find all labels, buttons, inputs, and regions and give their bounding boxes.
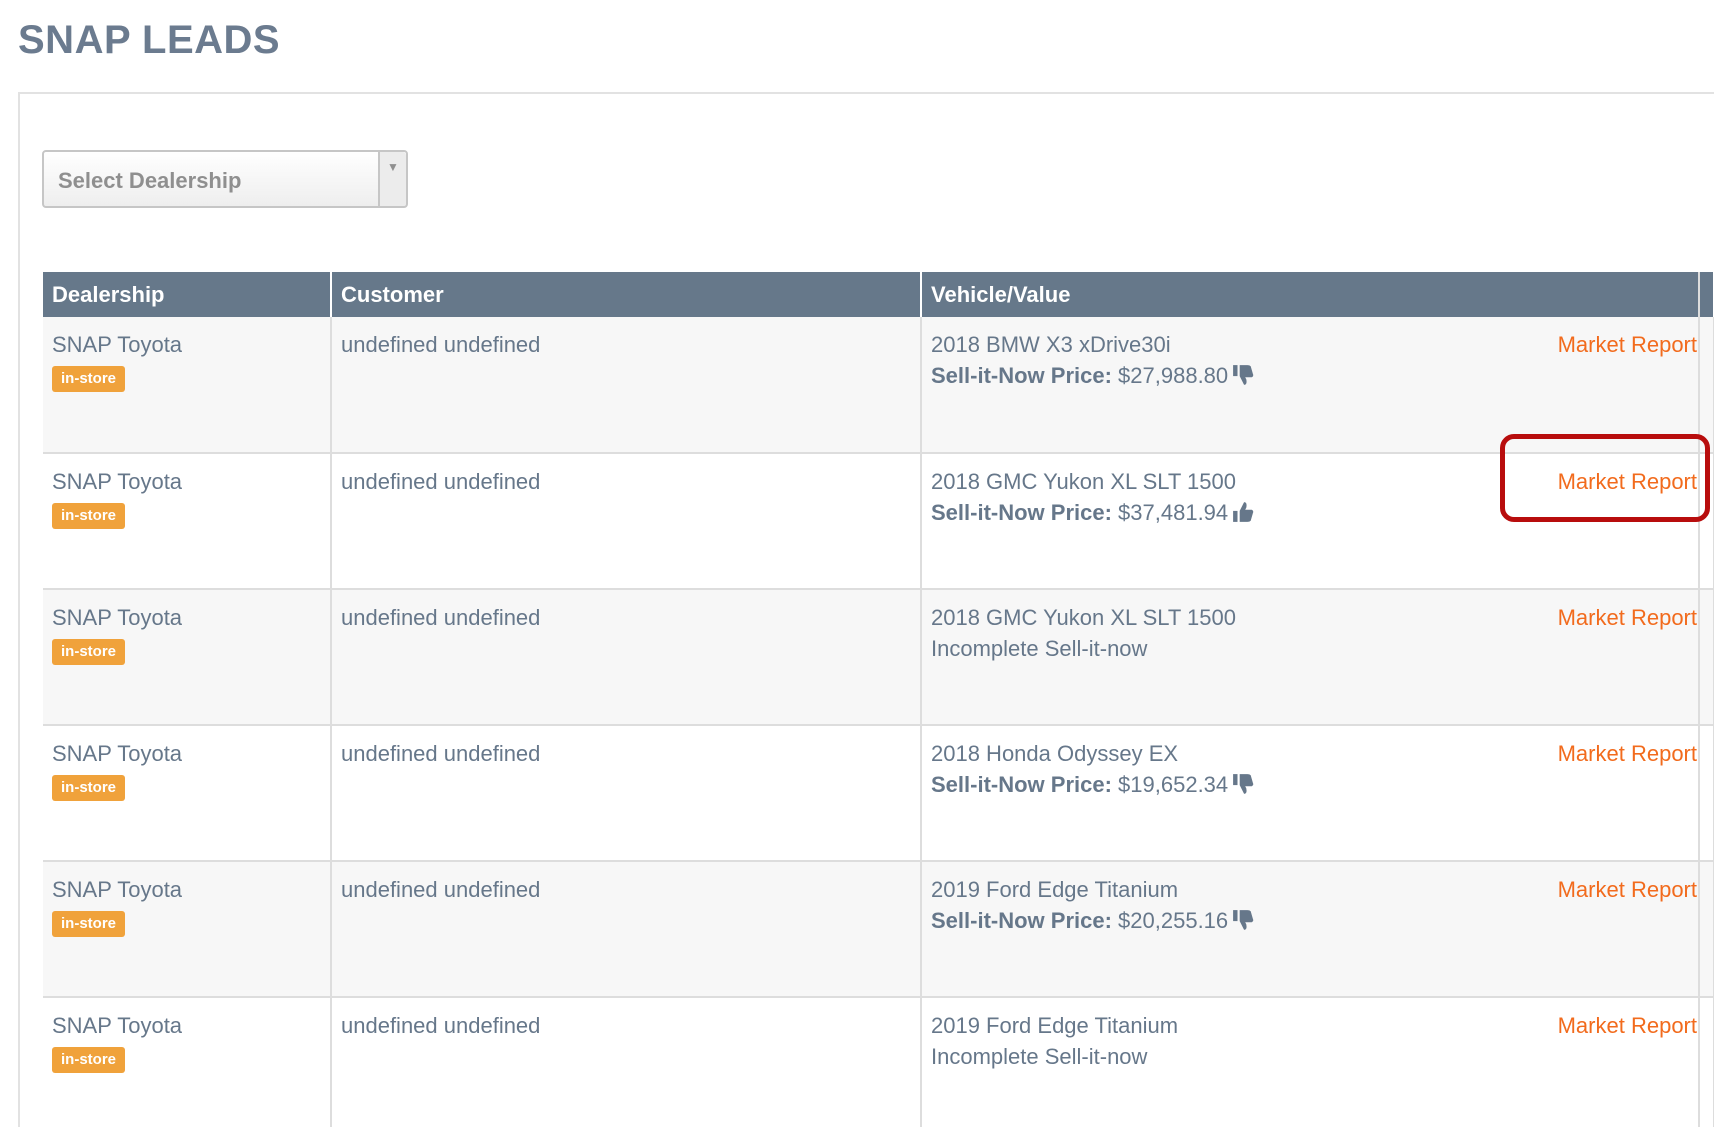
price-value: $37,481.94 (1118, 500, 1229, 525)
highlight-annotation (1500, 434, 1710, 522)
status-badge: in-store (52, 911, 126, 937)
market-report-link[interactable]: Market Report (1558, 329, 1697, 360)
customer-name: undefined undefined (341, 605, 541, 630)
price-value: $27,988.80 (1118, 363, 1229, 388)
market-report-link[interactable]: Market Report (1558, 1010, 1697, 1041)
market-report-link[interactable]: Market Report (1558, 874, 1697, 905)
dealership-cell: SNAP Toyota in-store (43, 317, 332, 454)
dealership-select-value: Select Dealership (58, 168, 242, 193)
customer-cell: undefined undefined (331, 861, 922, 998)
customer-cell: undefined undefined (331, 589, 922, 726)
price-label: Sell-it-Now Price: (931, 772, 1112, 797)
price-value: $19,652.34 (1118, 772, 1229, 797)
customer-name: undefined undefined (341, 332, 541, 357)
dealership-name: SNAP Toyota (52, 741, 183, 766)
customer-name: undefined undefined (341, 1013, 541, 1038)
dealership-name: SNAP Toyota (52, 877, 183, 902)
page-title: SNAP LEADS (18, 18, 281, 62)
vehicle-cell: 2018 Honda Odyssey EX Sell-it-Now Price: … (921, 725, 1714, 862)
dealership-name: SNAP Toyota (52, 469, 183, 494)
vehicle-cell: 2019 Ford Edge Titanium Sell-it-Now Price… (921, 861, 1714, 998)
price-label: Sell-it-Now Price: (931, 500, 1112, 525)
market-report-link[interactable]: Market Report (1558, 602, 1697, 633)
customer-cell: undefined undefined (331, 997, 922, 1127)
vehicle-cell: 2018 BMW X3 xDrive30i Sell-it-Now Price: … (921, 317, 1714, 454)
status-badge: in-store (52, 775, 126, 801)
customer-cell: undefined undefined (331, 453, 922, 590)
dealership-cell: SNAP Toyota in-store (43, 725, 332, 862)
column-header-customer[interactable]: Customer (331, 272, 922, 317)
price-value: $20,255.16 (1118, 908, 1229, 933)
dealership-cell: SNAP Toyota in-store (43, 997, 332, 1127)
customer-name: undefined undefined (341, 469, 541, 494)
vehicle-cell: 2018 GMC Yukon XL SLT 1500 Incomplete Sel… (921, 589, 1714, 726)
chevron-down-icon: ▼ (387, 160, 399, 174)
column-header-vehicle-value[interactable]: Vehicle/Value (921, 272, 1714, 317)
table-row[interactable]: SNAP Toyota in-store undefined undefined 20… (43, 997, 1714, 1127)
table-row[interactable]: SNAP Toyota in-store undefined undefined 20… (43, 725, 1714, 862)
thumbs-down-icon (1232, 363, 1254, 385)
table-row[interactable]: SNAP Toyota in-store undefined undefined 20… (43, 589, 1714, 726)
thumbs-down-icon (1232, 772, 1254, 794)
status-badge: in-store (52, 366, 126, 392)
leads-table: Dealership Customer Vehicle/Value SNAP T… (43, 272, 1714, 1127)
customer-cell: undefined undefined (331, 317, 922, 454)
price-label: Sell-it-Now Price: (931, 363, 1112, 388)
select-arrow[interactable]: ▼ (378, 152, 406, 206)
customer-name: undefined undefined (341, 741, 541, 766)
dealership-cell: SNAP Toyota in-store (43, 453, 332, 590)
thumbs-up-icon (1232, 500, 1254, 522)
dealership-select[interactable]: Select Dealership ▼ (42, 150, 408, 208)
status-badge: in-store (52, 639, 126, 665)
table-row[interactable]: SNAP Toyota in-store undefined undefined 20… (43, 317, 1714, 454)
status-badge: in-store (52, 1047, 126, 1073)
dealership-cell: SNAP Toyota in-store (43, 589, 332, 726)
price-line: Sell-it-Now Price: $27,988.80 (931, 360, 1704, 391)
status-text: Incomplete Sell-it-now (931, 636, 1148, 661)
dealership-cell: SNAP Toyota in-store (43, 861, 332, 998)
market-report-link[interactable]: Market Report (1558, 738, 1697, 769)
table-row[interactable]: SNAP Toyota in-store undefined undefined 20… (43, 453, 1714, 590)
table-header-row: Dealership Customer Vehicle/Value (43, 272, 1714, 317)
column-header-dealership[interactable]: Dealership (43, 272, 332, 317)
customer-name: undefined undefined (341, 877, 541, 902)
price-line: Sell-it-Now Price: $19,652.34 (931, 769, 1704, 800)
price-label: Sell-it-Now Price: (931, 908, 1112, 933)
status-text: Incomplete Sell-it-now (931, 1044, 1148, 1069)
dealership-name: SNAP Toyota (52, 332, 183, 357)
customer-cell: undefined undefined (331, 725, 922, 862)
price-line: Sell-it-Now Price: $20,255.16 (931, 905, 1704, 936)
dealership-name: SNAP Toyota (52, 1013, 183, 1038)
table-row[interactable]: SNAP Toyota in-store undefined undefined 20… (43, 861, 1714, 998)
table-right-border (1698, 272, 1700, 1127)
vehicle-cell: 2019 Ford Edge Titanium Incomplete Sell-i… (921, 997, 1714, 1127)
status-badge: in-store (52, 503, 126, 529)
thumbs-down-icon (1232, 908, 1254, 930)
dealership-name: SNAP Toyota (52, 605, 183, 630)
